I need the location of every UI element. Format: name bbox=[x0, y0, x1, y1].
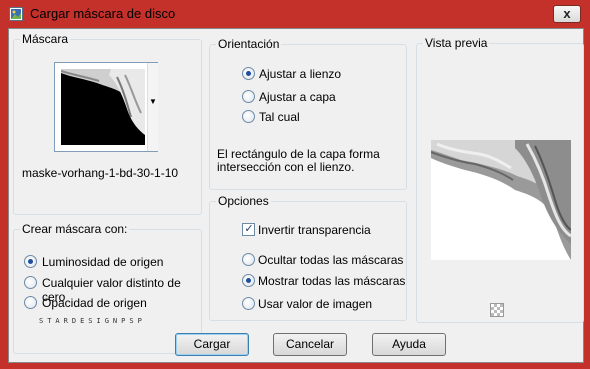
radio-ocultar-mascaras-label[interactable]: Ocultar todas las máscaras bbox=[258, 253, 403, 267]
window-title: Cargar máscara de disco bbox=[30, 6, 176, 21]
ayuda-button[interactable]: Ayuda bbox=[372, 333, 446, 356]
preview-image bbox=[430, 140, 572, 260]
checkerboard-icon[interactable] bbox=[490, 303, 504, 317]
orientacion-group-label: Orientación bbox=[216, 37, 282, 51]
checkmark-icon: ✓ bbox=[244, 223, 254, 235]
radio-ajustar-lienzo-label[interactable]: Ajustar a lienzo bbox=[259, 67, 341, 81]
crear-mascara-label: Crear máscara con: bbox=[20, 222, 130, 236]
radio-ajustar-lienzo[interactable] bbox=[242, 67, 255, 80]
mask-dropdown-button[interactable]: ▼ bbox=[147, 63, 158, 151]
app-icon bbox=[9, 7, 23, 21]
radio-usar-valor-imagen[interactable] bbox=[242, 297, 255, 310]
radio-mostrar-mascaras[interactable] bbox=[242, 274, 255, 287]
radio-ajustar-capa[interactable] bbox=[242, 90, 255, 103]
radio-ajustar-capa-label[interactable]: Ajustar a capa bbox=[259, 90, 336, 104]
invert-transparency-label[interactable]: Invertir transparencia bbox=[258, 223, 371, 237]
invert-transparency-checkbox[interactable]: ✓ bbox=[242, 223, 255, 236]
orientacion-group: Orientación Ajustar a lienzo Ajustar a c… bbox=[209, 37, 407, 190]
opciones-group-label: Opciones bbox=[216, 194, 271, 208]
radio-tal-cual[interactable] bbox=[242, 110, 255, 123]
orientacion-description: El rectángulo de la capa forma intersecc… bbox=[217, 147, 380, 174]
crear-mascara-group: Crear máscara con: Luminosidad de origen… bbox=[13, 222, 202, 354]
mask-thumbnail bbox=[61, 69, 145, 145]
mascara-group-label: Máscara bbox=[20, 32, 71, 46]
vista-previa-group: Vista previa bbox=[416, 36, 584, 323]
radio-ocultar-mascaras[interactable] bbox=[242, 253, 255, 266]
radio-usar-valor-imagen-label[interactable]: Usar valor de imagen bbox=[258, 297, 372, 311]
title-bar[interactable]: Cargar máscara de disco x bbox=[2, 2, 588, 26]
watermark-text: STARDESIGNPSP bbox=[39, 317, 146, 325]
radio-tal-cual-label[interactable]: Tal cual bbox=[259, 110, 300, 124]
cancelar-button[interactable]: Cancelar bbox=[273, 333, 347, 356]
close-button[interactable]: x bbox=[553, 5, 581, 23]
radio-opacidad-label[interactable]: Opacidad de origen bbox=[42, 296, 147, 310]
close-icon: x bbox=[563, 6, 571, 21]
opciones-group: Opciones ✓ Invertir transparencia Oculta… bbox=[209, 194, 407, 321]
mascara-group: Máscara ▼ maske-vorhang-1-bd-30-1-10 bbox=[13, 32, 202, 215]
radio-cualquier-valor[interactable] bbox=[24, 276, 37, 289]
mask-name-label: maske-vorhang-1-bd-30-1-10 bbox=[22, 166, 179, 180]
radio-luminosidad-label[interactable]: Luminosidad de origen bbox=[42, 255, 163, 269]
vista-previa-label: Vista previa bbox=[423, 36, 490, 50]
radio-mostrar-mascaras-label[interactable]: Mostrar todas las máscaras bbox=[258, 274, 405, 288]
dropdown-arrow-icon: ▼ bbox=[149, 97, 157, 106]
radio-opacidad[interactable] bbox=[24, 296, 37, 309]
dialog-window: Cargar máscara de disco x Máscara ▼ mask… bbox=[2, 2, 588, 367]
dialog-client-area: Máscara ▼ maske-vorhang-1-bd-30-1-10 Cre… bbox=[8, 28, 584, 363]
cargar-button[interactable]: Cargar bbox=[175, 333, 249, 356]
mask-selector[interactable]: ▼ bbox=[54, 62, 158, 152]
radio-luminosidad[interactable] bbox=[24, 255, 37, 268]
